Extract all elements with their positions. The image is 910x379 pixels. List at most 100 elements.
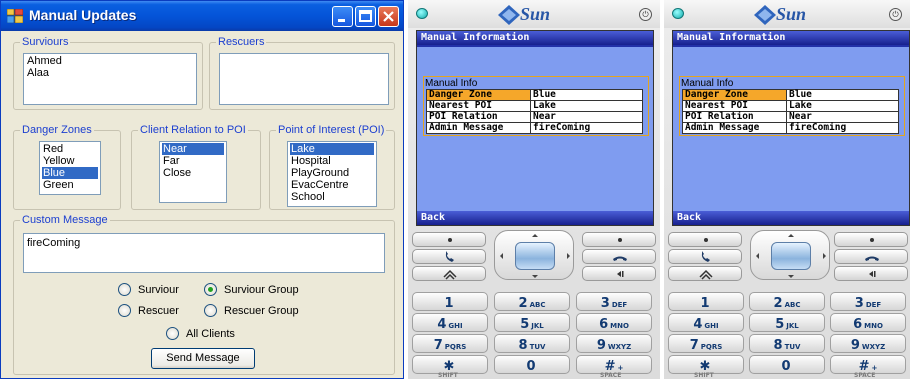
dpad-select[interactable] <box>515 242 555 270</box>
softkey-area <box>668 230 910 286</box>
back-key[interactable] <box>582 266 656 281</box>
key-8[interactable]: 8 TUV <box>494 334 570 353</box>
navigation-dpad[interactable] <box>494 230 574 280</box>
list-item[interactable]: PlayGround <box>290 167 374 179</box>
home-key[interactable] <box>668 266 742 281</box>
key-4[interactable]: 4 GHI <box>412 313 488 332</box>
table-row[interactable]: Admin Message fireComing <box>426 122 643 134</box>
list-item-selected[interactable]: Lake <box>290 143 374 155</box>
list-item[interactable]: Ahmed <box>26 55 194 67</box>
radio-button[interactable] <box>166 327 179 340</box>
maximize-button[interactable] <box>355 6 376 27</box>
send-call-icon <box>701 251 710 262</box>
minimize-button[interactable] <box>332 6 353 27</box>
phone-emulator-2: Sun ⏻ Manual Information Manual Info Dan… <box>664 0 910 379</box>
table-row[interactable]: Nearest POI Lake <box>682 100 899 112</box>
navigation-dpad[interactable] <box>750 230 830 280</box>
table-row[interactable]: Danger Zone Blue <box>426 89 643 101</box>
client-relation-listbox[interactable]: Near Far Close <box>159 141 227 203</box>
end-call-icon <box>865 256 879 261</box>
table-row[interactable]: POI Relation Near <box>426 111 643 123</box>
manual-info-label: Manual Info <box>681 78 734 89</box>
table-row[interactable]: Nearest POI Lake <box>426 100 643 112</box>
key-4[interactable]: 4 GHI <box>668 313 744 332</box>
key-1[interactable]: 1 <box>668 292 744 311</box>
brand-label: Sun <box>520 4 551 24</box>
danger-zones-listbox[interactable]: Red Yellow Blue Green <box>39 141 101 195</box>
list-item[interactable]: Close <box>162 167 224 179</box>
radio-button[interactable] <box>118 304 131 317</box>
key-5[interactable]: 5 JKL <box>494 313 570 332</box>
row-key: POI Relation <box>682 111 787 123</box>
list-item[interactable]: Far <box>162 155 224 167</box>
left-softkey[interactable] <box>668 232 742 247</box>
key-8[interactable]: 8 TUV <box>749 334 825 353</box>
table-row[interactable]: Danger Zone Blue <box>682 89 899 101</box>
manual-updates-window: Manual Updates Surviours Ahmed Alaa Resc… <box>0 0 404 379</box>
key-6[interactable]: 6 MNO <box>576 313 652 332</box>
home-key[interactable] <box>412 266 486 281</box>
send-call-key[interactable] <box>668 249 742 264</box>
softkey-back-label[interactable]: Back <box>673 211 909 225</box>
list-item[interactable]: School <box>290 191 374 203</box>
dpad-select[interactable] <box>771 242 811 270</box>
key-3[interactable]: 3 DEF <box>830 292 906 311</box>
key-9[interactable]: 9 WXYZ <box>576 334 652 353</box>
key-1[interactable]: 1 <box>412 292 488 311</box>
key-7[interactable]: 7 PQRS <box>668 334 744 353</box>
key-2[interactable]: 2 ABC <box>749 292 825 311</box>
key-2[interactable]: 2 ABC <box>494 292 570 311</box>
list-item-selected[interactable]: Near <box>162 143 224 155</box>
send-message-button[interactable]: Send Message <box>151 348 255 369</box>
end-call-icon <box>613 256 627 261</box>
back-key[interactable] <box>834 266 908 281</box>
key-0[interactable]: 0 <box>749 355 825 374</box>
phone-screen: Manual Information Manual Info Danger Zo… <box>672 30 910 226</box>
survivors-listbox[interactable]: Ahmed Alaa <box>23 53 197 105</box>
right-softkey[interactable] <box>582 232 656 247</box>
poi-listbox[interactable]: Lake Hospital PlayGround EvacCentre Scho… <box>287 141 377 207</box>
key-9[interactable]: 9 WXYZ <box>830 334 906 353</box>
dot-icon <box>704 238 708 242</box>
table-row[interactable]: Admin Message fireComing <box>682 122 899 134</box>
send-call-key[interactable] <box>412 249 486 264</box>
radio-button-checked[interactable] <box>204 283 217 296</box>
right-softkey[interactable] <box>834 232 908 247</box>
power-icon[interactable]: ⏻ <box>889 8 902 21</box>
rescuers-listbox[interactable] <box>219 53 389 105</box>
list-item[interactable]: Hospital <box>290 155 374 167</box>
power-icon[interactable]: ⏻ <box>639 8 652 21</box>
close-button[interactable] <box>378 6 399 27</box>
custom-message-label: Custom Message <box>20 213 110 227</box>
list-item[interactable]: Green <box>42 179 98 191</box>
danger-zones-group: Danger Zones Red Yellow Blue Green <box>13 123 121 210</box>
left-softkey[interactable] <box>412 232 486 247</box>
softkey-back-label[interactable]: Back <box>417 211 653 225</box>
back-icon <box>869 271 876 277</box>
minimize-icon <box>338 19 345 22</box>
list-item[interactable]: Yellow <box>42 155 98 167</box>
dot-icon <box>618 238 622 242</box>
radio-button[interactable] <box>204 304 217 317</box>
manual-info-table: Danger Zone Blue Nearest POI Lake POI Rela… <box>682 89 899 134</box>
end-call-key[interactable] <box>582 249 656 264</box>
key-7[interactable]: 7 PQRS <box>412 334 488 353</box>
list-item[interactable]: EvacCentre <box>290 179 374 191</box>
list-item[interactable]: Red <box>42 143 98 155</box>
row-value: Near <box>786 111 899 123</box>
row-key: Nearest POI <box>682 100 787 112</box>
row-key: Danger Zone <box>682 89 787 101</box>
table-row[interactable]: POI Relation Near <box>682 111 899 123</box>
manual-info-box: Manual Info Danger Zone Blue Nearest POI L… <box>679 76 905 136</box>
screen-title: Manual Information <box>673 31 909 47</box>
key-0[interactable]: 0 <box>494 355 570 374</box>
list-item[interactable]: Alaa <box>26 67 194 79</box>
radio-button[interactable] <box>118 283 131 296</box>
key-3[interactable]: 3 DEF <box>576 292 652 311</box>
end-call-key[interactable] <box>834 249 908 264</box>
custom-message-input[interactable]: fireComing <box>23 233 385 273</box>
list-item-selected[interactable]: Blue <box>42 167 98 179</box>
key-5[interactable]: 5 JKL <box>749 313 825 332</box>
manual-info-table: Danger Zone Blue Nearest POI Lake POI Rela… <box>426 89 643 134</box>
key-6[interactable]: 6 MNO <box>830 313 906 332</box>
